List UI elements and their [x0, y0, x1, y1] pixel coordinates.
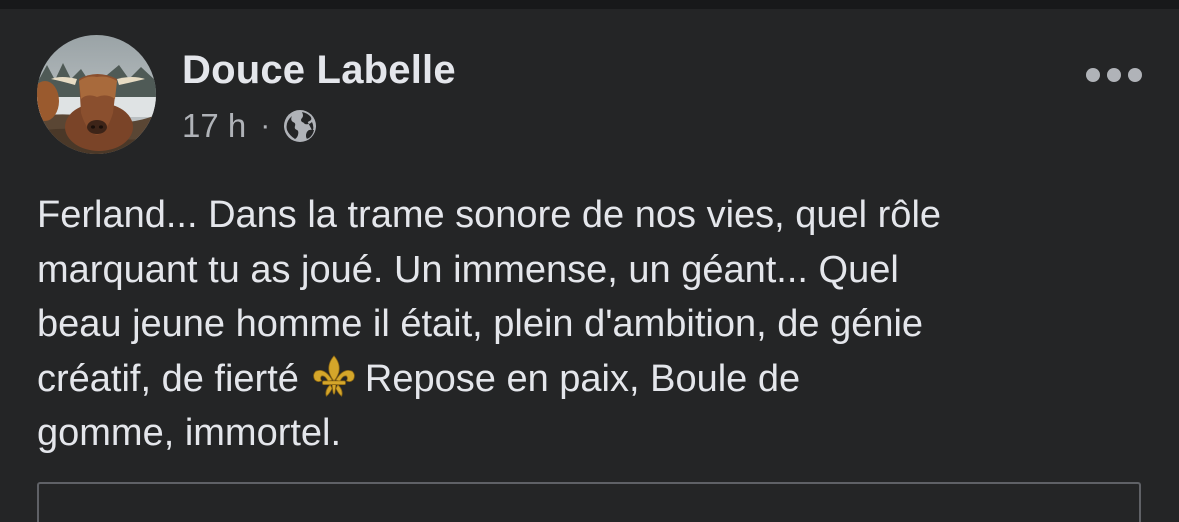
post-text-line: Ferland... Dans la trame sonore de nos v… [37, 194, 942, 236]
post-text-fragment: Repose en paix, Boule de [364, 357, 801, 400]
more-options-dot [1128, 68, 1142, 82]
post-text-line: gomme, immortel. [37, 412, 342, 454]
fleur-de-lis-icon [313, 354, 355, 397]
avatar[interactable] [37, 35, 156, 154]
post-text-line: créatif, de fierté Repose en paix, Boule… [37, 352, 1137, 407]
more-options-dot [1107, 68, 1121, 82]
globe-icon[interactable] [282, 108, 318, 144]
post-text-line: beau jeune homme il était, plein d'ambit… [37, 303, 924, 345]
post-meta: 17 h · [182, 106, 318, 146]
post-timestamp[interactable]: 17 h [182, 107, 246, 145]
profile-photo-highland-cow [37, 35, 156, 154]
meta-separator: · [260, 109, 271, 142]
more-options-icon [1086, 68, 1100, 82]
post-text: Ferland... Dans la trame sonore de nos v… [37, 188, 1137, 461]
link-preview-card[interactable] [37, 482, 1141, 522]
post-text-line: marquant tu as joué. Un immense, un géan… [37, 248, 899, 291]
post-text-fragment: créatif, de fierté [37, 357, 299, 400]
top-bar [0, 0, 1179, 9]
more-options-button[interactable] [1086, 62, 1142, 88]
post-author-name[interactable]: Douce Labelle [182, 48, 456, 93]
